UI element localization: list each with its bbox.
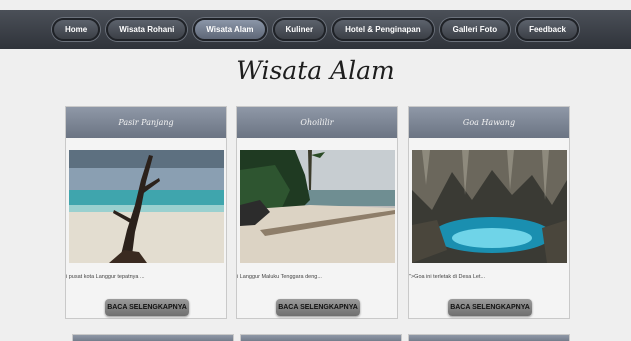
nav-hotel-penginapan[interactable]: Hotel & Penginapan — [332, 18, 434, 41]
main-nav: Home Wisata Rohani Wisata Alam Kuliner H… — [0, 10, 631, 49]
beach-photo[interactable] — [240, 150, 395, 263]
nav-kuliner[interactable]: Kuliner — [272, 18, 327, 41]
page-title: Wisata Alam — [236, 56, 395, 85]
place-card-next-row — [240, 334, 402, 341]
nav-galleri-foto[interactable]: Galleri Foto — [439, 18, 511, 41]
nav-feedback[interactable]: Feedback — [516, 18, 579, 41]
read-more-button[interactable]: BACA SELENGKAPNYA — [448, 299, 532, 316]
card-title[interactable]: Pasir Panjang — [66, 107, 226, 138]
card-excerpt: ">Goa ini terletak di Desa Let... — [409, 274, 486, 280]
card-excerpt: i Langgur Maluku Tenggara deng... — [237, 274, 322, 280]
cave-photo[interactable] — [412, 150, 567, 263]
nav-home[interactable]: Home — [52, 18, 101, 41]
card-title[interactable]: Ohoililir — [237, 107, 397, 138]
read-more-button[interactable]: BACA SELENGKAPNYA — [276, 299, 360, 316]
read-more-button[interactable]: BACA SELENGKAPNYA — [105, 299, 189, 316]
card-excerpt: i pusat kota Langgur tepatnya ... — [66, 274, 145, 280]
beach-photo[interactable] — [69, 150, 224, 263]
place-card-ohoililir: Ohoililir i Langgur Maluku Tenggara deng… — [236, 106, 398, 319]
place-card-goa-hawang: Goa Hawang ">Goa ini terletak di Desa Le… — [408, 106, 570, 319]
place-card-next-row — [408, 334, 570, 341]
nav-wisata-alam[interactable]: Wisata Alam — [193, 18, 267, 41]
card-title[interactable]: Goa Hawang — [409, 107, 569, 138]
nav-wisata-rohani[interactable]: Wisata Rohani — [106, 18, 188, 41]
place-card-pasir-panjang: Pasir Panjang i pusat kota Langgur tepat… — [65, 106, 227, 319]
place-card-next-row — [72, 334, 234, 341]
